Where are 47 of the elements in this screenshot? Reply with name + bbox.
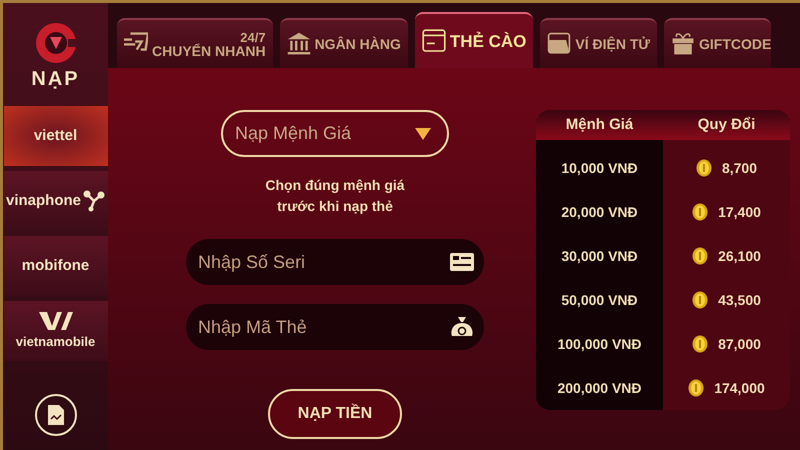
wallet-icon xyxy=(547,32,572,56)
coin-icon xyxy=(692,335,708,353)
table-cell-text: 20,000 VNĐ xyxy=(560,202,639,222)
serial-field[interactable]: Nhập Số Seri xyxy=(186,239,484,285)
column-header: Quy Đổi xyxy=(696,114,756,135)
table-cell-text: 8,700 xyxy=(722,158,758,178)
coin-icon xyxy=(688,379,704,397)
tab[interactable]: GIFTCODE xyxy=(664,18,772,68)
submit-button[interactable]: NẠP TIỀN xyxy=(268,389,402,439)
logo-title: NẠP xyxy=(31,69,80,89)
card-icon xyxy=(450,251,474,273)
tab[interactable]: 24/7 CHUYỂN NHANH xyxy=(117,18,273,68)
logo-icon xyxy=(34,21,78,65)
coin-icon xyxy=(696,159,712,177)
table-cell-text: 50,000 VNĐ xyxy=(560,290,639,310)
table-cell-text: 200,000 VNĐ xyxy=(556,378,643,398)
table-cell-text: 174,000 xyxy=(714,378,765,398)
card-code-field[interactable]: Nhập Mã Thẻ xyxy=(186,304,484,350)
table-cell-text: 26,100 xyxy=(718,246,761,266)
bank-icon xyxy=(286,32,311,56)
table-cell-text: 30,000 VNĐ xyxy=(560,246,639,266)
money-bag-icon xyxy=(450,316,474,338)
table-cell-text: 43,500 xyxy=(718,290,761,310)
logo-mark-icon xyxy=(38,310,72,330)
operator-tab[interactable]: vinaphone xyxy=(4,171,108,231)
operator-tab[interactable]: vietnamobile xyxy=(4,301,108,361)
tab[interactable]: NGÂN HÀNG xyxy=(280,18,408,68)
amount-dropdown[interactable]: Nạp Mệnh Giá xyxy=(221,110,449,157)
coin-icon xyxy=(692,291,708,309)
history-button[interactable] xyxy=(34,394,76,436)
coin-icon xyxy=(692,247,708,265)
operator-tab[interactable]: mobifone xyxy=(4,236,108,296)
logo-mark-icon xyxy=(83,190,105,212)
card-icon xyxy=(422,29,446,53)
tab[interactable]: THẺ CÀO xyxy=(414,12,534,68)
table-cell-text: 87,000 xyxy=(718,334,761,354)
tab[interactable]: VÍ ĐIỆN TỬ xyxy=(540,18,658,68)
caret-icon xyxy=(415,128,431,140)
coin-icon xyxy=(692,203,708,221)
document-icon xyxy=(48,405,64,425)
table-cell-text: 17,400 xyxy=(718,202,761,222)
gift-icon xyxy=(671,32,696,56)
hint-text: Chọn đúng mệnh giá trước khi nạp thẻ xyxy=(265,176,405,216)
column-header: Mệnh Giá xyxy=(564,114,634,135)
operator-tab[interactable]: viettel xyxy=(4,106,108,166)
table-cell-text: 100,000 VNĐ xyxy=(556,334,643,354)
table-cell-text: 10,000 VNĐ xyxy=(560,158,639,178)
